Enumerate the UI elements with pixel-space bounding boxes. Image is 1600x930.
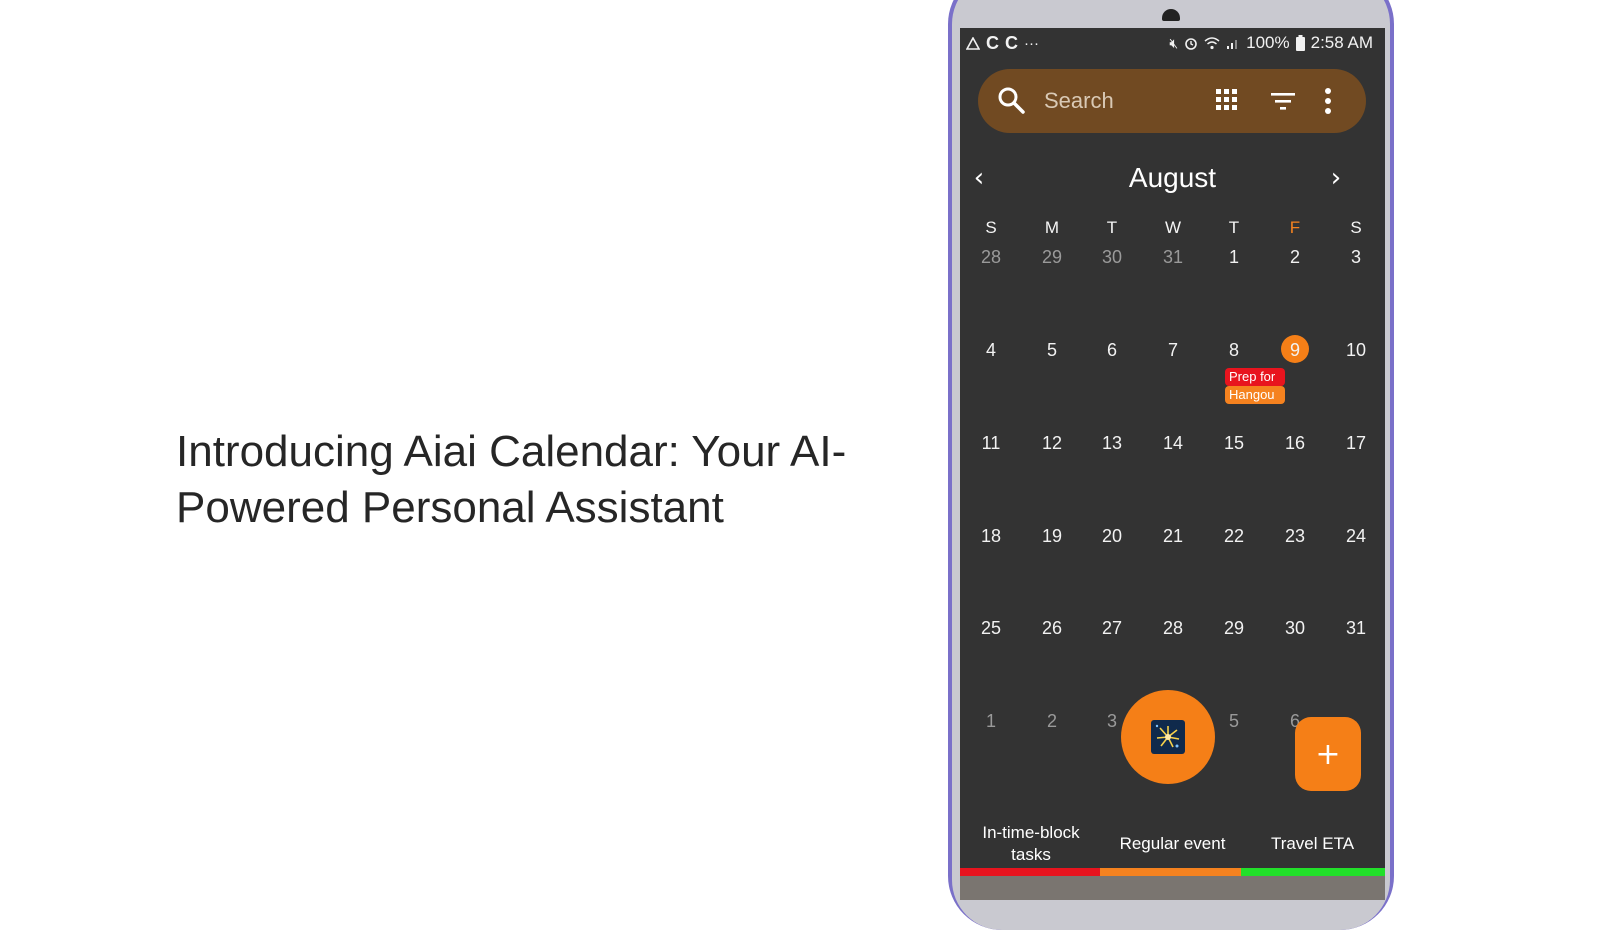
chevron-right-icon[interactable]: ›: [1318, 158, 1354, 198]
weekday-tue: T: [1106, 218, 1118, 237]
signal-icon: [1227, 40, 1238, 49]
calendar-day[interactable]: 28: [961, 247, 1021, 268]
calendar-day[interactable]: 24: [1326, 526, 1385, 547]
calendar-day[interactable]: 30: [1082, 247, 1142, 268]
calendar-day[interactable]: 2: [1022, 711, 1082, 732]
c-icon: C: [986, 33, 999, 53]
mute-icon: 🔇︎: [1169, 34, 1179, 51]
calendar-day[interactable]: 10: [1326, 340, 1385, 361]
ai-assistant-button[interactable]: [1121, 690, 1215, 784]
calendar-day[interactable]: 31: [1326, 618, 1385, 639]
battery-percent: 100%: [1246, 33, 1290, 52]
legend: In-time-block tasks Regular event Travel…: [960, 818, 1385, 874]
calendar-day[interactable]: 13: [1082, 433, 1142, 454]
weekday-thu: T: [1228, 218, 1240, 237]
calendar-day[interactable]: 4: [961, 340, 1021, 361]
calendar-day[interactable]: 20: [1082, 526, 1142, 547]
alarm-icon: [1185, 38, 1197, 50]
calendar-day[interactable]: 25: [961, 618, 1021, 639]
earpiece: [1162, 9, 1180, 21]
calendar-day[interactable]: 7: [1143, 340, 1203, 361]
calendar-day[interactable]: 11: [961, 433, 1021, 454]
weekday-wed: W: [1164, 218, 1182, 237]
event-chip-line1[interactable]: Prep for: [1225, 368, 1285, 386]
legend-label-regular: Regular event: [1119, 834, 1226, 853]
search-bar[interactable]: Search: [978, 69, 1366, 133]
search-icon[interactable]: [996, 85, 1028, 117]
filter-icon[interactable]: [1271, 91, 1295, 111]
legend-label-travel: Travel ETA: [1270, 834, 1355, 853]
month-header: ‹ August ›: [960, 158, 1385, 198]
nav-bar: [960, 876, 1385, 900]
weekday-header: S M T W T F S: [960, 218, 1385, 242]
calendar-day[interactable]: 30: [1265, 618, 1325, 639]
calendar-day[interactable]: 23: [1265, 526, 1325, 547]
weekday-mon: M: [1044, 218, 1060, 237]
calendar-day[interactable]: 22: [1204, 526, 1264, 547]
fireworks-icon: [1151, 720, 1185, 754]
weekday-sat: S: [1350, 218, 1362, 237]
calendar-day[interactable]: 18: [961, 526, 1021, 547]
calendar-day[interactable]: 9: [1265, 340, 1325, 361]
calendar-day[interactable]: 8: [1204, 340, 1264, 361]
drive-icon: [966, 36, 980, 50]
calendar-day[interactable]: 21: [1143, 526, 1203, 547]
calendar-day[interactable]: 19: [1022, 526, 1082, 547]
calendar-day[interactable]: 1: [1204, 247, 1264, 268]
grid-view-icon[interactable]: [1216, 88, 1238, 112]
calendar-day[interactable]: 28: [1143, 618, 1203, 639]
weekday-fri: F: [1289, 218, 1301, 237]
calendar-day[interactable]: 16: [1265, 433, 1325, 454]
c-icon: C: [1005, 33, 1018, 53]
calendar-day[interactable]: 3: [1326, 247, 1385, 268]
calendar-day[interactable]: 14: [1143, 433, 1203, 454]
calendar-day[interactable]: 1: [961, 711, 1021, 732]
calendar-day[interactable]: 26: [1022, 618, 1082, 639]
calendar-day[interactable]: 31: [1143, 247, 1203, 268]
calendar-day[interactable]: 5: [1022, 340, 1082, 361]
weekday-sun: S: [985, 218, 997, 237]
wifi-icon: [1204, 37, 1220, 50]
search-input[interactable]: Search: [1044, 88, 1114, 114]
legend-bar-tasks: [960, 868, 1100, 876]
more-icon: ···: [1024, 35, 1039, 52]
clock: 2:58 AM: [1310, 33, 1373, 52]
calendar-day[interactable]: 6: [1082, 340, 1142, 361]
calendar-day[interactable]: 17: [1326, 433, 1385, 454]
more-vert-icon[interactable]: [1324, 87, 1332, 115]
legend-bar-travel: [1241, 868, 1385, 876]
calendar-day[interactable]: 29: [1022, 247, 1082, 268]
headline: Introducing Aiai Calendar: Your AI-Power…: [176, 427, 847, 532]
add-event-button[interactable]: +: [1295, 717, 1361, 791]
calendar-day[interactable]: 29: [1204, 618, 1264, 639]
calendar-day[interactable]: 27: [1082, 618, 1142, 639]
calendar-day[interactable]: 15: [1204, 433, 1264, 454]
legend-label-tasks: In-time-block tasks: [982, 823, 1080, 864]
event-chip-line2[interactable]: Hangou: [1225, 386, 1285, 404]
calendar-day[interactable]: 12: [1022, 433, 1082, 454]
battery-icon: [1295, 35, 1305, 51]
legend-bar-regular: [1100, 868, 1241, 876]
calendar-day[interactable]: 2: [1265, 247, 1325, 268]
status-bar: C C ··· 🔇︎ 100% 2:58 AM: [960, 28, 1385, 58]
